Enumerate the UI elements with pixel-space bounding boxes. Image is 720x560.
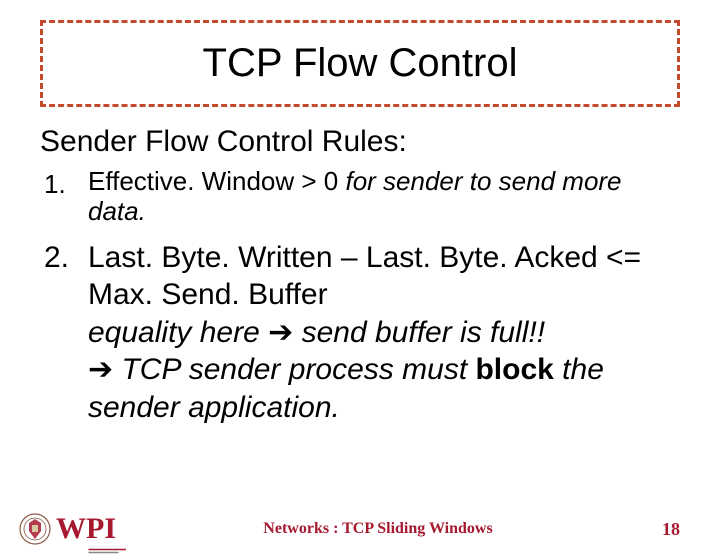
list-content: Last. Byte. Written – Last. Byte. Acked … [88, 239, 680, 427]
list-marker: 1. [40, 167, 88, 200]
text-line: ➔ TCP sender process must block the send… [88, 351, 680, 426]
list-item: 2. Last. Byte. Written – Last. Byte. Ack… [40, 239, 680, 427]
arrow-icon: ➔ [88, 353, 113, 386]
text-line: equality here ➔ send buffer is full!! [88, 314, 680, 352]
underline-icon [76, 548, 176, 554]
footer: WPI Networks : TCP Sliding Windows 18 [0, 512, 720, 546]
page-number: 18 [640, 519, 680, 540]
logo-text-wrap: WPI [56, 512, 116, 546]
logo: WPI [18, 512, 116, 546]
subtitle: Sender Flow Control Rules: [40, 125, 680, 159]
text: Effective. Window > 0 [88, 166, 345, 196]
list-content: Effective. Window > 0 for sender to send… [88, 167, 680, 227]
rules-list: 1. Effective. Window > 0 for sender to s… [40, 167, 680, 426]
text: TCP sender process must [113, 353, 475, 386]
slide-title: TCP Flow Control [53, 41, 667, 86]
list-marker: 2. [40, 239, 88, 275]
text-bold: block [475, 353, 553, 386]
arrow-icon: ➔ [268, 316, 293, 349]
text-line: Last. Byte. Written – Last. Byte. Acked … [88, 239, 680, 314]
footer-title: Networks : TCP Sliding Windows [116, 520, 640, 538]
text: equality here [88, 316, 268, 349]
list-item: 1. Effective. Window > 0 for sender to s… [40, 167, 680, 227]
seal-icon [18, 512, 52, 546]
logo-text: WPI [56, 512, 116, 545]
title-box: TCP Flow Control [40, 20, 680, 107]
text: send buffer is full!! [293, 316, 545, 349]
